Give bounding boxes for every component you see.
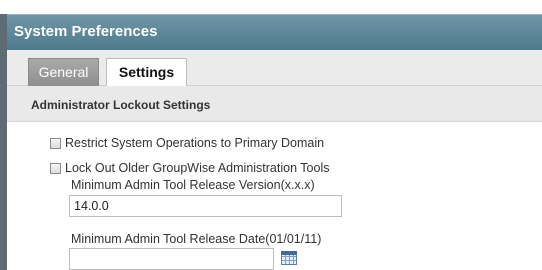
section-header: Administrator Lockout Settings [7, 86, 542, 122]
tab-general[interactable]: General [28, 58, 99, 87]
min-date-input[interactable] [69, 248, 274, 270]
title-bar: System Preferences [7, 14, 542, 50]
tab-bar: General Settings [7, 50, 542, 87]
calendar-icon[interactable] [281, 251, 297, 265]
section-title: Administrator Lockout Settings [31, 98, 211, 112]
lockout-older-tools-label: Lock Out Older GroupWise Administration … [65, 161, 330, 175]
window-title: System Preferences [14, 23, 158, 40]
window-left-border [0, 14, 7, 270]
system-preferences-window: System Preferences General Settings Admi… [0, 0, 542, 270]
min-date-label: Minimum Admin Tool Release Date(01/01/11… [71, 232, 322, 246]
lockout-older-tools-checkbox[interactable] [50, 163, 61, 174]
restrict-operations-label: Restrict System Operations to Primary Do… [65, 136, 325, 150]
min-version-label: Minimum Admin Tool Release Version(x.x.x… [71, 178, 315, 192]
min-version-input[interactable] [69, 195, 342, 217]
tab-settings[interactable]: Settings [106, 58, 187, 87]
restrict-operations-checkbox[interactable] [50, 138, 61, 149]
